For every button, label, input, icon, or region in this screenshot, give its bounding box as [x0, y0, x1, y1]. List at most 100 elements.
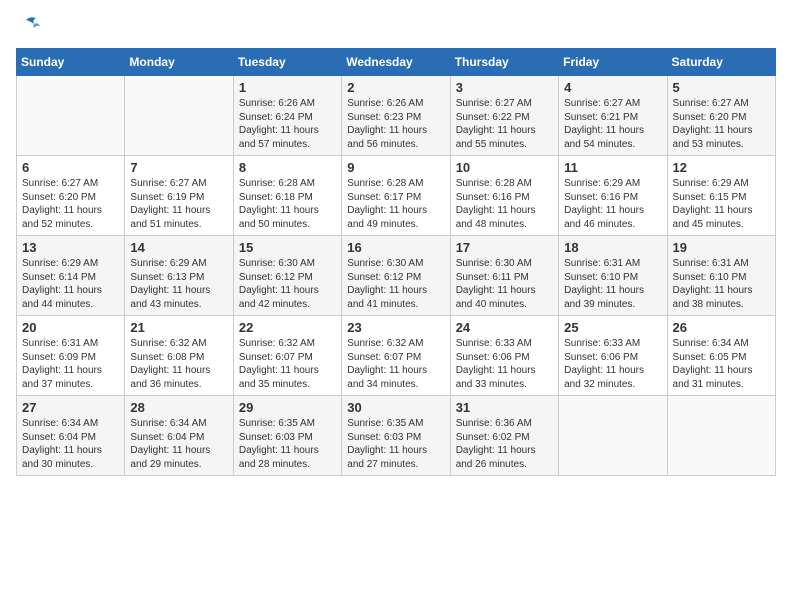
day-info: Sunrise: 6:30 AMSunset: 6:12 PMDaylight:…: [347, 257, 444, 311]
day-info: Sunrise: 6:32 AMSunset: 6:08 PMDaylight:…: [130, 337, 227, 391]
day-number: 5: [673, 80, 770, 95]
calendar-cell: 5 Sunrise: 6:27 AMSunset: 6:20 PMDaylight…: [667, 76, 775, 156]
day-number: 1: [239, 80, 336, 95]
day-number: 20: [22, 320, 119, 335]
day-info: Sunrise: 6:30 AMSunset: 6:12 PMDaylight:…: [239, 257, 336, 311]
calendar-cell: 4 Sunrise: 6:27 AMSunset: 6:21 PMDaylight…: [559, 76, 667, 156]
day-info: Sunrise: 6:28 AMSunset: 6:17 PMDaylight:…: [347, 177, 444, 231]
day-info: Sunrise: 6:27 AMSunset: 6:22 PMDaylight:…: [456, 97, 553, 151]
weekday-header-friday: Friday: [559, 49, 667, 76]
week-row-5: 27 Sunrise: 6:34 AMSunset: 6:04 PMDayligh…: [17, 396, 776, 476]
calendar-cell: 21 Sunrise: 6:32 AMSunset: 6:08 PMDayligh…: [125, 316, 233, 396]
calendar-cell: [125, 76, 233, 156]
weekday-header-saturday: Saturday: [667, 49, 775, 76]
day-info: Sunrise: 6:31 AMSunset: 6:10 PMDaylight:…: [673, 257, 770, 311]
day-number: 11: [564, 160, 661, 175]
weekday-header-sunday: Sunday: [17, 49, 125, 76]
day-info: Sunrise: 6:33 AMSunset: 6:06 PMDaylight:…: [456, 337, 553, 391]
weekday-header-thursday: Thursday: [450, 49, 558, 76]
day-number: 27: [22, 400, 119, 415]
logo-bird-icon: [18, 16, 40, 34]
day-number: 26: [673, 320, 770, 335]
calendar-cell: 15 Sunrise: 6:30 AMSunset: 6:12 PMDayligh…: [233, 236, 341, 316]
day-info: Sunrise: 6:33 AMSunset: 6:06 PMDaylight:…: [564, 337, 661, 391]
calendar-cell: 3 Sunrise: 6:27 AMSunset: 6:22 PMDaylight…: [450, 76, 558, 156]
calendar-cell: 31 Sunrise: 6:36 AMSunset: 6:02 PMDayligh…: [450, 396, 558, 476]
weekday-header-wednesday: Wednesday: [342, 49, 450, 76]
logo: [16, 16, 40, 40]
weekday-header-tuesday: Tuesday: [233, 49, 341, 76]
calendar-cell: [17, 76, 125, 156]
calendar-cell: 23 Sunrise: 6:32 AMSunset: 6:07 PMDayligh…: [342, 316, 450, 396]
calendar-cell: 17Sunrise: 6:30 AMSunset: 6:11 PMDayligh…: [450, 236, 558, 316]
calendar-cell: 30 Sunrise: 6:35 AMSunset: 6:03 PMDayligh…: [342, 396, 450, 476]
calendar-cell: 14Sunrise: 6:29 AMSunset: 6:13 PMDayligh…: [125, 236, 233, 316]
day-info: Sunrise: 6:27 AMSunset: 6:20 PMDaylight:…: [673, 97, 770, 151]
day-number: 14: [130, 240, 227, 255]
day-number: 18: [564, 240, 661, 255]
day-info: Sunrise: 6:32 AMSunset: 6:07 PMDaylight:…: [347, 337, 444, 391]
day-number: 23: [347, 320, 444, 335]
calendar-cell: 8Sunrise: 6:28 AMSunset: 6:18 PMDaylight…: [233, 156, 341, 236]
day-number: 19: [673, 240, 770, 255]
day-info: Sunrise: 6:27 AMSunset: 6:21 PMDaylight:…: [564, 97, 661, 151]
day-info: Sunrise: 6:26 AMSunset: 6:23 PMDaylight:…: [347, 97, 444, 151]
calendar-cell: 16 Sunrise: 6:30 AMSunset: 6:12 PMDayligh…: [342, 236, 450, 316]
day-info: Sunrise: 6:34 AMSunset: 6:05 PMDaylight:…: [673, 337, 770, 391]
day-number: 30: [347, 400, 444, 415]
day-number: 16: [347, 240, 444, 255]
calendar-cell: 10Sunrise: 6:28 AMSunset: 6:16 PMDayligh…: [450, 156, 558, 236]
day-info: Sunrise: 6:27 AMSunset: 6:19 PMDaylight:…: [130, 177, 227, 231]
day-info: Sunrise: 6:35 AMSunset: 6:03 PMDaylight:…: [347, 417, 444, 471]
calendar-cell: 19 Sunrise: 6:31 AMSunset: 6:10 PMDayligh…: [667, 236, 775, 316]
day-number: 3: [456, 80, 553, 95]
day-number: 6: [22, 160, 119, 175]
day-info: Sunrise: 6:29 AMSunset: 6:14 PMDaylight:…: [22, 257, 119, 311]
calendar-table: SundayMondayTuesdayWednesdayThursdayFrid…: [16, 48, 776, 476]
day-info: Sunrise: 6:34 AMSunset: 6:04 PMDaylight:…: [130, 417, 227, 471]
day-number: 29: [239, 400, 336, 415]
day-number: 2: [347, 80, 444, 95]
calendar-cell: 1 Sunrise: 6:26 AMSunset: 6:24 PMDaylight…: [233, 76, 341, 156]
calendar-cell: 25 Sunrise: 6:33 AMSunset: 6:06 PMDayligh…: [559, 316, 667, 396]
day-info: Sunrise: 6:29 AMSunset: 6:15 PMDaylight:…: [673, 177, 770, 231]
week-row-3: 13 Sunrise: 6:29 AMSunset: 6:14 PMDayligh…: [17, 236, 776, 316]
calendar-cell: 24Sunrise: 6:33 AMSunset: 6:06 PMDayligh…: [450, 316, 558, 396]
day-info: Sunrise: 6:35 AMSunset: 6:03 PMDaylight:…: [239, 417, 336, 471]
calendar-cell: 28 Sunrise: 6:34 AMSunset: 6:04 PMDayligh…: [125, 396, 233, 476]
calendar-cell: 26 Sunrise: 6:34 AMSunset: 6:05 PMDayligh…: [667, 316, 775, 396]
week-row-2: 6 Sunrise: 6:27 AMSunset: 6:20 PMDaylight…: [17, 156, 776, 236]
calendar-cell: 7 Sunrise: 6:27 AMSunset: 6:19 PMDaylight…: [125, 156, 233, 236]
day-number: 13: [22, 240, 119, 255]
day-number: 15: [239, 240, 336, 255]
day-number: 9: [347, 160, 444, 175]
day-info: Sunrise: 6:30 AMSunset: 6:11 PMDaylight:…: [456, 257, 553, 311]
calendar-cell: [667, 396, 775, 476]
day-info: Sunrise: 6:29 AMSunset: 6:16 PMDaylight:…: [564, 177, 661, 231]
day-info: Sunrise: 6:31 AMSunset: 6:10 PMDaylight:…: [564, 257, 661, 311]
calendar-cell: 20 Sunrise: 6:31 AMSunset: 6:09 PMDayligh…: [17, 316, 125, 396]
weekday-header-monday: Monday: [125, 49, 233, 76]
day-info: Sunrise: 6:31 AMSunset: 6:09 PMDaylight:…: [22, 337, 119, 391]
calendar-cell: 2 Sunrise: 6:26 AMSunset: 6:23 PMDaylight…: [342, 76, 450, 156]
day-number: 7: [130, 160, 227, 175]
calendar-cell: 29 Sunrise: 6:35 AMSunset: 6:03 PMDayligh…: [233, 396, 341, 476]
calendar-cell: 9 Sunrise: 6:28 AMSunset: 6:17 PMDaylight…: [342, 156, 450, 236]
day-info: Sunrise: 6:34 AMSunset: 6:04 PMDaylight:…: [22, 417, 119, 471]
day-number: 31: [456, 400, 553, 415]
day-number: 25: [564, 320, 661, 335]
day-number: 4: [564, 80, 661, 95]
calendar-cell: 11 Sunrise: 6:29 AMSunset: 6:16 PMDayligh…: [559, 156, 667, 236]
day-info: Sunrise: 6:36 AMSunset: 6:02 PMDaylight:…: [456, 417, 553, 471]
calendar-cell: 18 Sunrise: 6:31 AMSunset: 6:10 PMDayligh…: [559, 236, 667, 316]
day-number: 21: [130, 320, 227, 335]
day-number: 12: [673, 160, 770, 175]
day-number: 28: [130, 400, 227, 415]
weekday-header-row: SundayMondayTuesdayWednesdayThursdayFrid…: [17, 49, 776, 76]
page-header: [16, 16, 776, 40]
week-row-4: 20 Sunrise: 6:31 AMSunset: 6:09 PMDayligh…: [17, 316, 776, 396]
week-row-1: 1 Sunrise: 6:26 AMSunset: 6:24 PMDaylight…: [17, 76, 776, 156]
calendar-cell: 12 Sunrise: 6:29 AMSunset: 6:15 PMDayligh…: [667, 156, 775, 236]
day-info: Sunrise: 6:27 AMSunset: 6:20 PMDaylight:…: [22, 177, 119, 231]
day-info: Sunrise: 6:26 AMSunset: 6:24 PMDaylight:…: [239, 97, 336, 151]
